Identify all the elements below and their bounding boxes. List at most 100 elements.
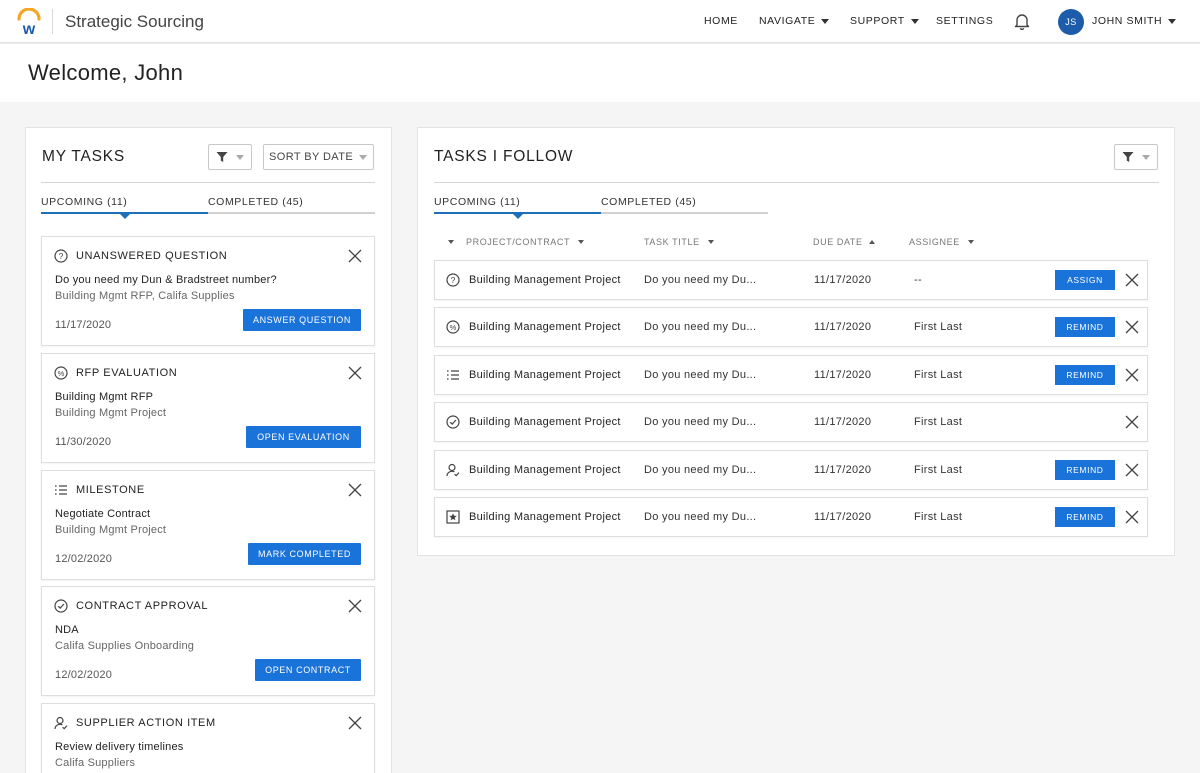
- svg-text:?: ?: [59, 251, 64, 261]
- table-row[interactable]: ? Building Management Project Do you nee…: [434, 260, 1148, 300]
- task-card: SUPPLIER ACTION ITEM Review delivery tim…: [41, 703, 375, 773]
- workday-logo[interactable]: w: [16, 8, 42, 36]
- nav-label: HOME: [704, 15, 738, 27]
- remind-button[interactable]: REMIND: [1055, 507, 1115, 527]
- sort-asc-icon: [868, 240, 875, 244]
- column-header-task-title[interactable]: TASK TITLE: [644, 237, 714, 247]
- row-assignee: First Last: [914, 464, 963, 476]
- column-label: TASK TITLE: [644, 237, 700, 247]
- close-icon[interactable]: [1125, 415, 1139, 429]
- svg-text:%: %: [58, 369, 65, 378]
- task-type: MILESTONE: [76, 484, 145, 496]
- row-project: Building Management Project: [469, 274, 621, 286]
- tasks-follow-tabs: UPCOMING (11) COMPLETED (45): [434, 196, 768, 219]
- divider: [434, 182, 1159, 183]
- task-type: RFP EVALUATION: [76, 367, 178, 379]
- row-assignee: First Last: [914, 511, 963, 523]
- mark-completed-button[interactable]: MARK COMPLETED: [248, 543, 361, 565]
- task-title: NDA: [55, 624, 79, 636]
- tab-upcoming[interactable]: UPCOMING (11): [41, 196, 127, 208]
- table-row[interactable]: Building Management Project Do you need …: [434, 497, 1148, 537]
- filter-icon: [216, 152, 228, 162]
- tasks-follow-title: TASKS I FOLLOW: [434, 148, 574, 165]
- nav-label: SETTINGS: [936, 15, 994, 27]
- remind-button[interactable]: REMIND: [1055, 317, 1115, 337]
- tab-completed[interactable]: COMPLETED (45): [208, 196, 303, 208]
- close-icon[interactable]: [348, 249, 362, 263]
- row-task-title: Do you need my Du...: [644, 511, 757, 523]
- row-project: Building Management Project: [469, 369, 621, 381]
- user-name: JOHN SMITH: [1092, 15, 1163, 27]
- remind-button[interactable]: REMIND: [1055, 365, 1115, 385]
- nav-label: NAVIGATE: [759, 15, 816, 27]
- sort-desc-icon: [967, 240, 974, 244]
- my-tasks-title: MY TASKS: [42, 148, 126, 165]
- close-icon[interactable]: [348, 716, 362, 730]
- tab-upcoming[interactable]: UPCOMING (11): [434, 196, 520, 208]
- task-context: Building Mgmt Project: [55, 524, 167, 536]
- row-project: Building Management Project: [469, 416, 621, 428]
- close-icon[interactable]: [1125, 510, 1139, 524]
- row-project: Building Management Project: [469, 464, 621, 476]
- chevron-down-icon: [821, 18, 830, 24]
- close-icon[interactable]: [348, 366, 362, 380]
- user-menu[interactable]: JOHN SMITH: [1092, 15, 1177, 27]
- row-task-title: Do you need my Du...: [644, 321, 757, 333]
- tasks-follow-filter-button[interactable]: [1114, 144, 1158, 170]
- assign-button[interactable]: ASSIGN: [1055, 270, 1115, 290]
- bell-icon[interactable]: [1013, 11, 1031, 31]
- close-icon[interactable]: [348, 599, 362, 613]
- task-date: 12/02/2020: [55, 669, 113, 681]
- table-row[interactable]: Building Management Project Do you need …: [434, 402, 1148, 442]
- answer-question-button[interactable]: ANSWER QUESTION: [243, 309, 361, 331]
- task-date: 11/30/2020: [55, 436, 112, 448]
- row-task-title: Do you need my Du...: [644, 274, 757, 286]
- column-header-assignee[interactable]: ASSIGNEE: [909, 237, 974, 247]
- close-icon[interactable]: [1125, 368, 1139, 382]
- column-label: DUE DATE: [813, 237, 863, 247]
- row-due-date: 11/17/2020: [814, 274, 872, 286]
- tab-completed[interactable]: COMPLETED (45): [601, 196, 696, 208]
- row-project: Building Management Project: [469, 321, 621, 333]
- task-date: 11/17/2020: [55, 319, 112, 331]
- filter-icon: [1122, 152, 1134, 162]
- row-due-date: 11/17/2020: [814, 464, 872, 476]
- nav-navigate[interactable]: NAVIGATE: [759, 15, 830, 27]
- column-header-project[interactable]: PROJECT/CONTRACT: [446, 237, 585, 247]
- table-row[interactable]: Building Management Project Do you need …: [434, 450, 1148, 490]
- open-evaluation-button[interactable]: OPEN EVALUATION: [246, 426, 361, 448]
- remind-button[interactable]: REMIND: [1055, 460, 1115, 480]
- active-tab-notch: [513, 214, 523, 219]
- task-context: Building Mgmt Project: [55, 407, 167, 419]
- app-title: Strategic Sourcing: [65, 12, 204, 31]
- avatar[interactable]: JS: [1058, 9, 1084, 35]
- row-assignee: First Last: [914, 369, 963, 381]
- sort-desc-icon: [578, 240, 585, 244]
- table-row[interactable]: Building Management Project Do you need …: [434, 355, 1148, 395]
- row-due-date: 11/17/2020: [814, 321, 872, 333]
- column-header-due-date[interactable]: DUE DATE: [813, 237, 875, 247]
- column-label: ASSIGNEE: [909, 237, 960, 247]
- nav-home[interactable]: HOME: [704, 15, 738, 27]
- row-due-date: 11/17/2020: [814, 369, 872, 381]
- row-assignee: --: [914, 274, 922, 286]
- sort-select[interactable]: SORT BY DATE: [263, 144, 374, 170]
- open-contract-button[interactable]: OPEN CONTRACT: [255, 659, 361, 681]
- chevron-down-icon: [359, 155, 367, 160]
- close-icon[interactable]: [348, 483, 362, 497]
- nav-settings[interactable]: SETTINGS: [936, 15, 993, 27]
- nav-support[interactable]: SUPPORT: [850, 15, 919, 27]
- task-title: Do you need my Dun & Bradstreet number?: [55, 274, 277, 286]
- svg-text:%: %: [450, 323, 457, 332]
- question-circle-icon: ?: [54, 249, 68, 263]
- my-tasks-filter-button[interactable]: [208, 144, 252, 170]
- close-icon[interactable]: [1125, 463, 1139, 477]
- sort-label: SORT BY DATE: [269, 151, 354, 163]
- user-check-icon: [446, 463, 460, 477]
- close-icon[interactable]: [1125, 273, 1139, 287]
- task-card: ? UNANSWERED QUESTION Do you need my Dun…: [41, 236, 375, 346]
- table-row[interactable]: % Building Management Project Do you nee…: [434, 307, 1148, 347]
- close-icon[interactable]: [1125, 320, 1139, 334]
- check-circle-icon: [54, 599, 68, 613]
- task-card: MILESTONE Negotiate Contract Building Mg…: [41, 470, 375, 580]
